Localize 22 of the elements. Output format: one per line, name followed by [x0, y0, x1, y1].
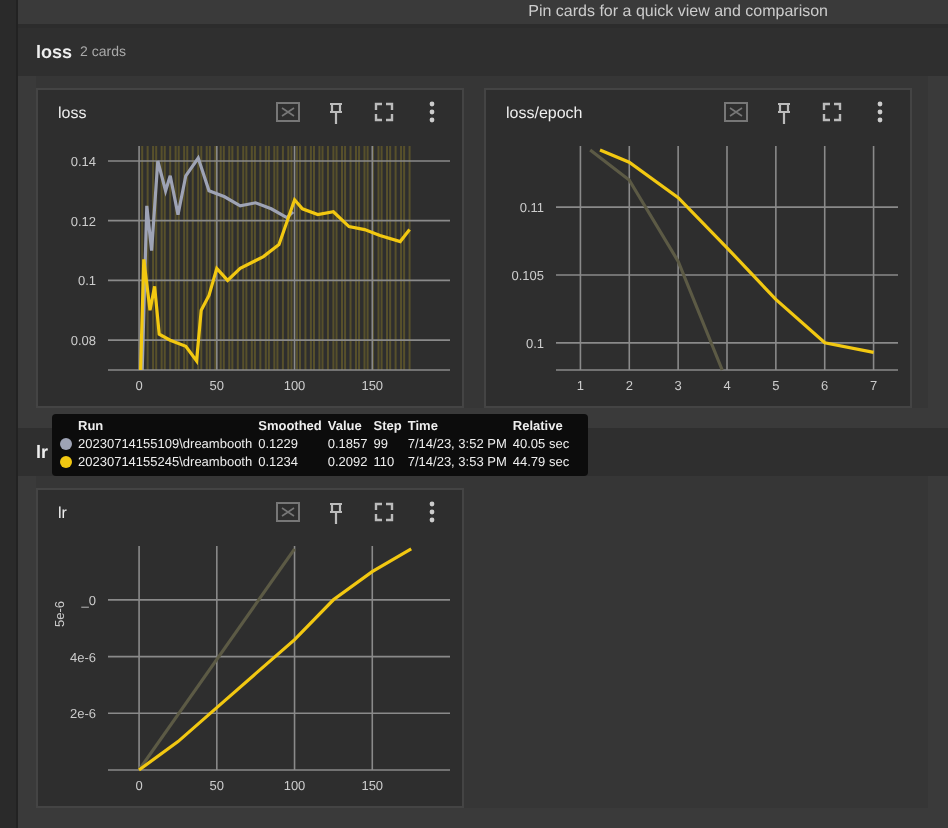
- fit-domain-icon: [276, 502, 300, 522]
- pin-icon: [776, 101, 792, 123]
- fit-domain-icon: [276, 102, 300, 122]
- pin-icon: [328, 501, 344, 523]
- fit-domain-button[interactable]: [270, 98, 306, 126]
- fullscreen-icon: [374, 102, 394, 122]
- more-icon: [428, 500, 436, 524]
- chart-title: lr: [58, 503, 69, 521]
- section-title: loss: [36, 42, 73, 62]
- pin-icon: [328, 101, 344, 123]
- fit-domain-button[interactable]: [270, 498, 306, 526]
- line-series: [137, 547, 413, 772]
- pin-hint-text: Pin cards for a quick view and comparison: [528, 0, 828, 24]
- fit-domain-button[interactable]: [718, 98, 754, 126]
- fullscreen-icon: [822, 102, 842, 122]
- chart-title: loss/epoch: [506, 103, 585, 121]
- fit-domain-icon: [724, 102, 748, 122]
- more-icon: [428, 100, 436, 124]
- chart-title: loss: [58, 103, 89, 121]
- fullscreen-icon: [374, 502, 394, 522]
- section-title: lr: [36, 442, 49, 462]
- more-icon: [876, 100, 884, 124]
